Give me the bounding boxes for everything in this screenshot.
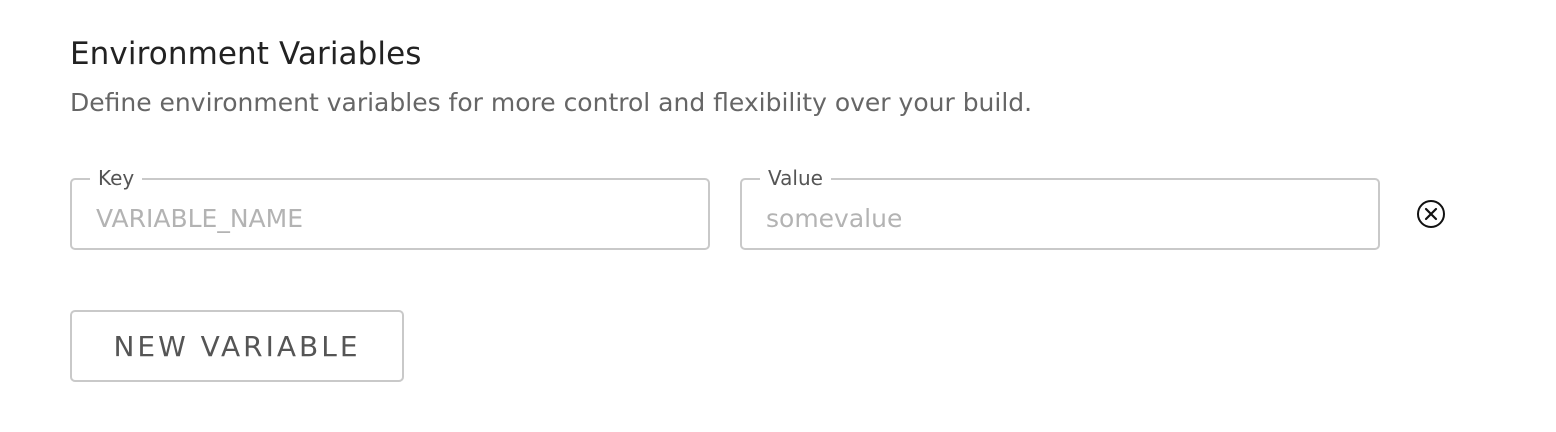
environment-variables-panel: Environment Variables Define environment… <box>0 0 1556 432</box>
section-description: Define environment variables for more co… <box>70 88 1033 117</box>
value-field: Value <box>740 166 1380 250</box>
close-circle-icon <box>1417 200 1445 228</box>
key-field: Key <box>70 166 710 250</box>
remove-variable-button[interactable] <box>1414 197 1448 231</box>
value-input[interactable] <box>742 180 1378 248</box>
section-title: Environment Variables <box>70 36 422 72</box>
new-variable-button[interactable]: NEW VARIABLE <box>70 310 404 382</box>
key-input[interactable] <box>72 180 708 248</box>
